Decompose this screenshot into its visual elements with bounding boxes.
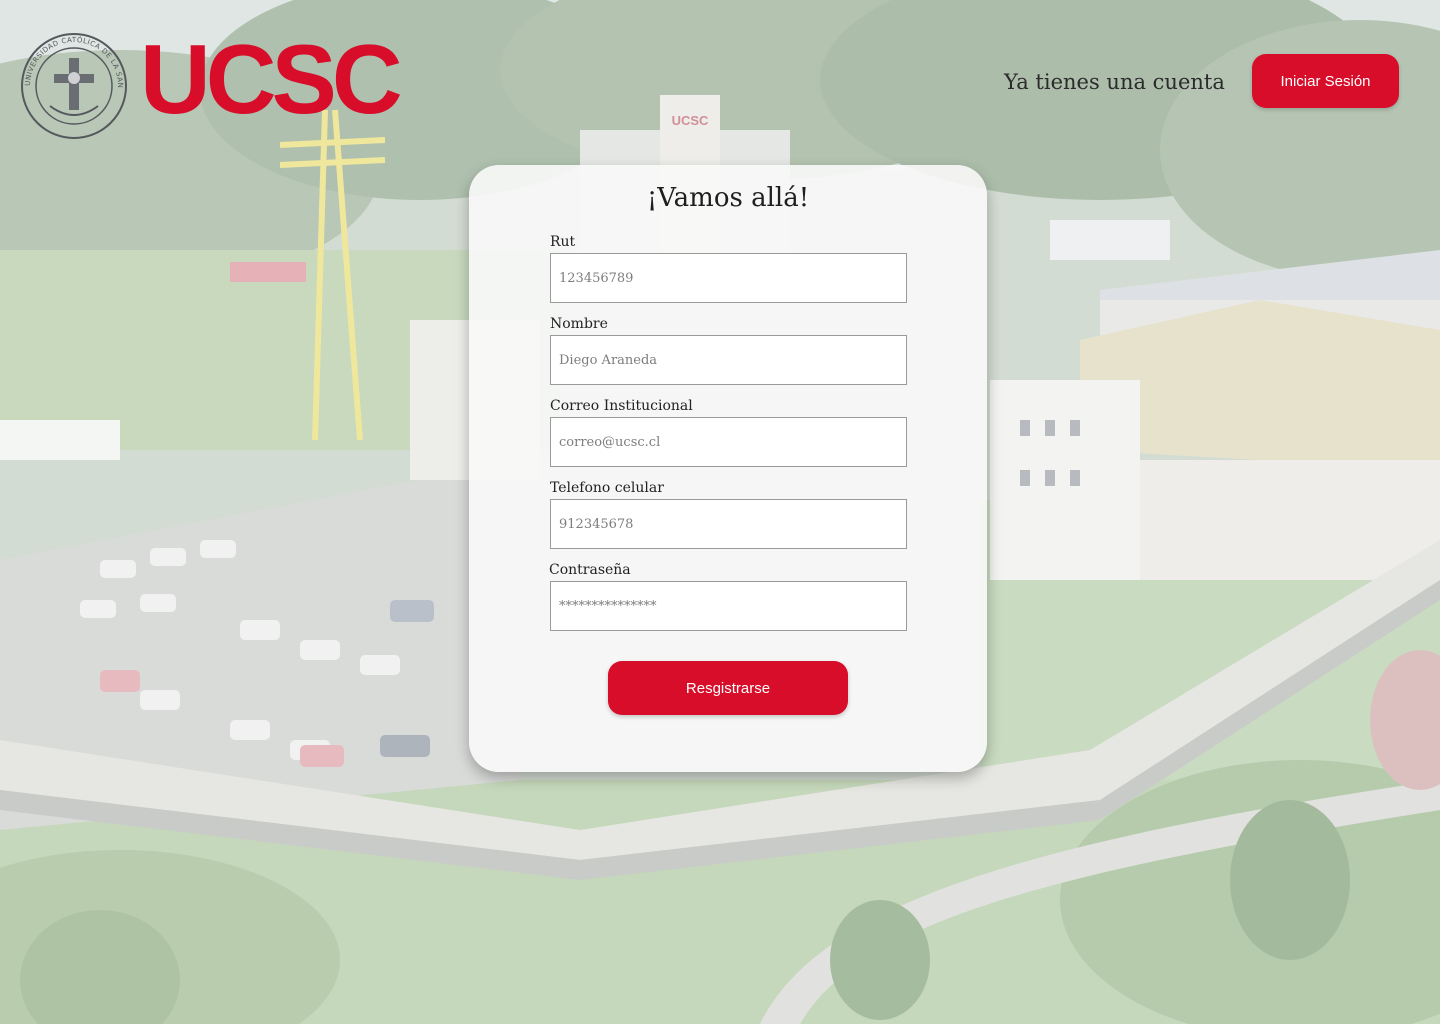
rut-input[interactable] xyxy=(550,253,907,303)
login-button[interactable]: Iniciar Sesión xyxy=(1252,54,1399,108)
password-input[interactable] xyxy=(550,581,907,631)
name-input[interactable] xyxy=(550,335,907,385)
register-card: ¡Vamos allá! Rut Nombre Correo Instituci… xyxy=(469,165,987,772)
email-label: Correo Institucional xyxy=(550,398,693,414)
phone-label: Telefono celular xyxy=(550,480,664,496)
name-label: Nombre xyxy=(550,316,608,332)
register-title: ¡Vamos allá! xyxy=(646,183,810,213)
ucsc-wordmark-logo: UCSC xyxy=(140,24,403,134)
account-prompt-text: Ya tienes una cuenta xyxy=(1004,70,1225,94)
phone-input[interactable] xyxy=(550,499,907,549)
university-seal-logo: UNIVERSIDAD CATÓLICA DE LA SANTÍSIMA CON… xyxy=(20,28,127,139)
email-input[interactable] xyxy=(550,417,907,467)
password-label: Contraseña xyxy=(549,562,631,578)
rut-label: Rut xyxy=(550,234,576,250)
register-button[interactable]: Resgistrarse xyxy=(608,661,848,715)
